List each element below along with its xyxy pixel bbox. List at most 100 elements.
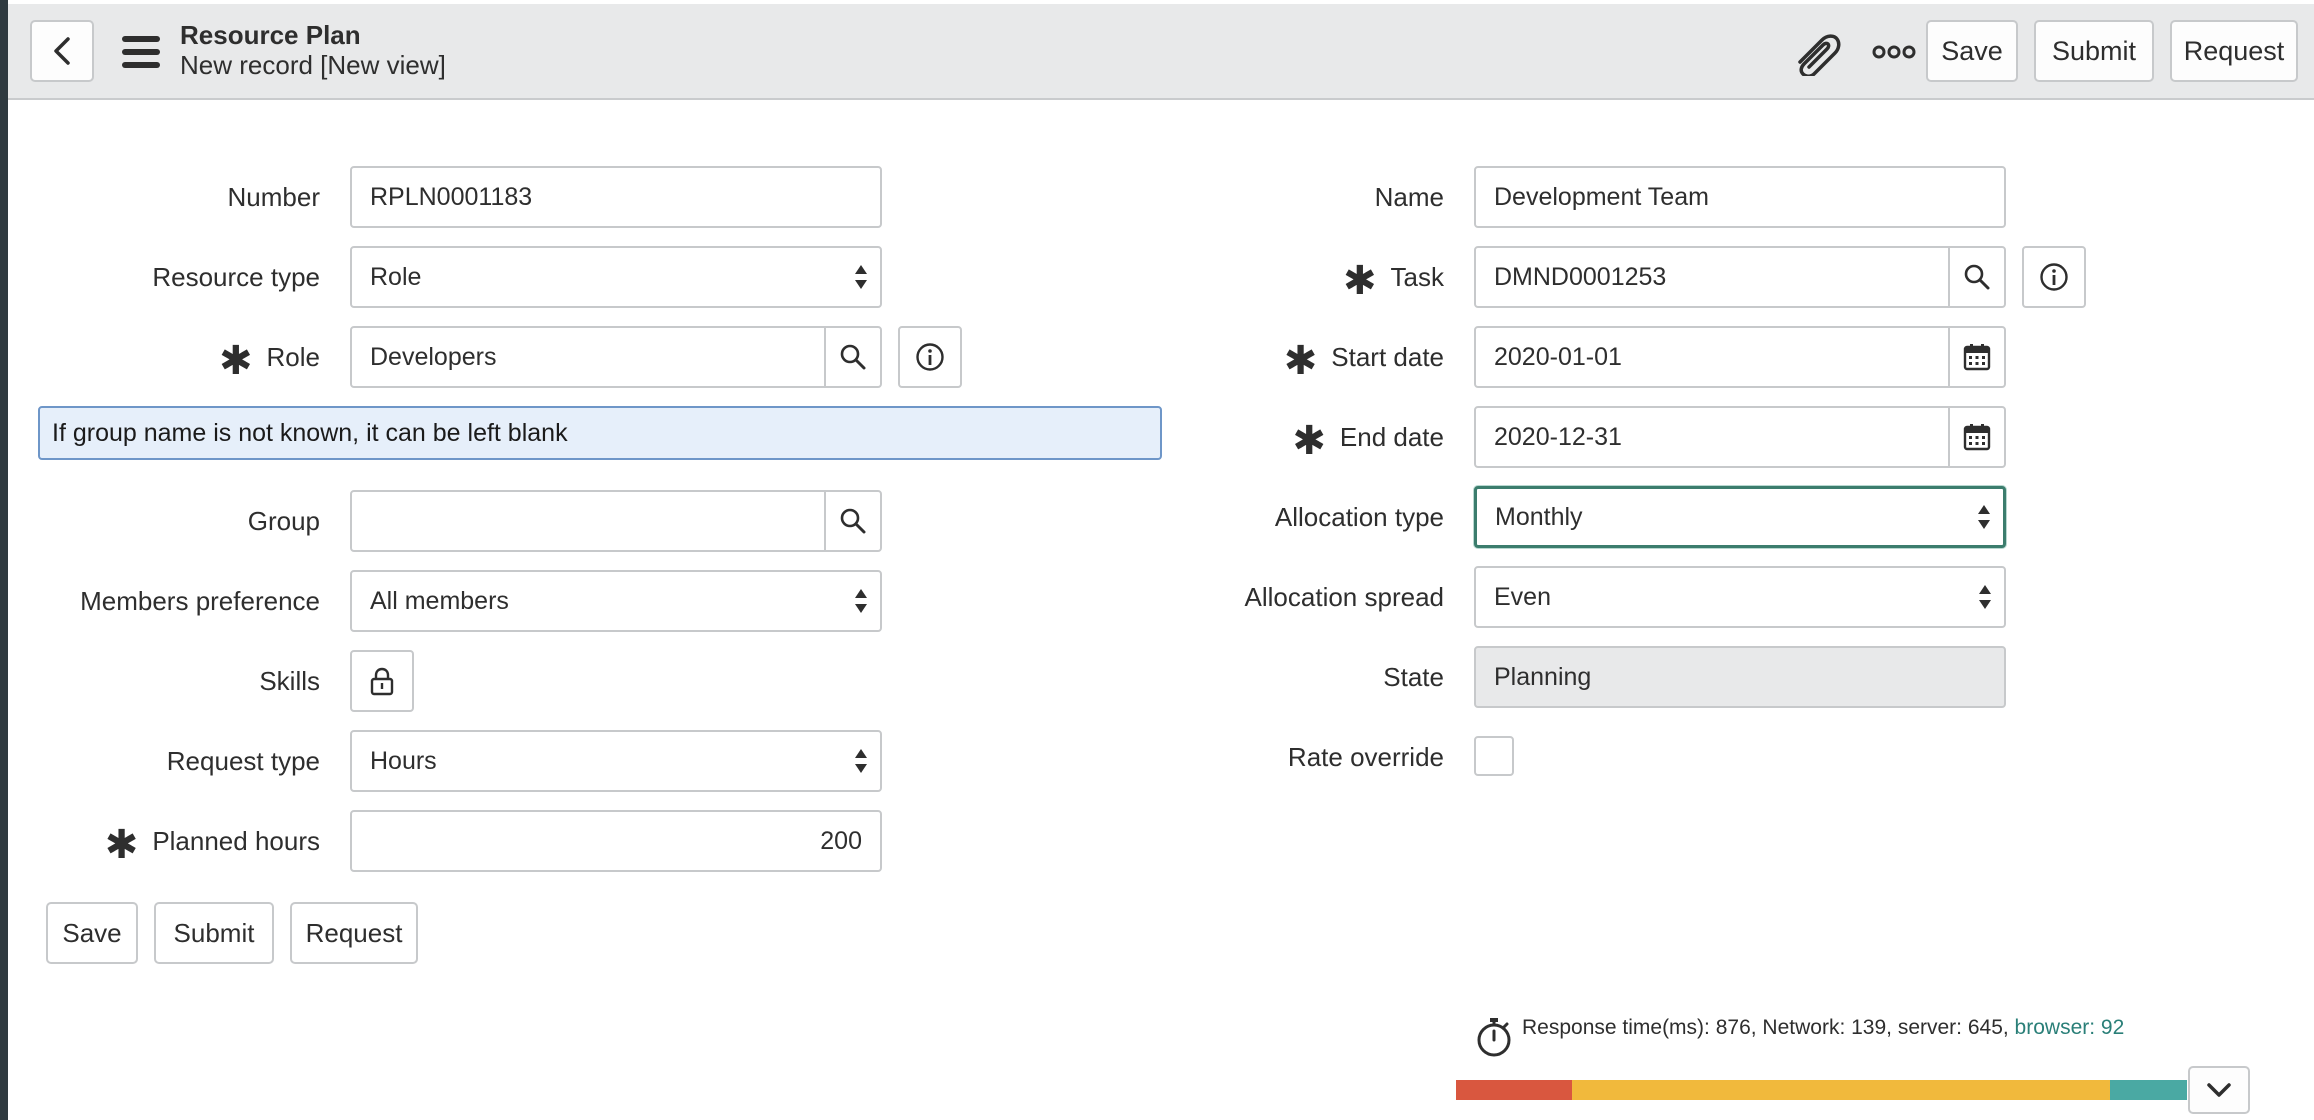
task-info-button[interactable] bbox=[2022, 246, 2086, 308]
members-preference-label-text: Members preference bbox=[80, 585, 320, 616]
request-type-label-text: Request type bbox=[166, 745, 320, 776]
header-submit-button[interactable]: Submit bbox=[2034, 20, 2154, 82]
magnifier-icon bbox=[1964, 264, 1990, 290]
group-label: Group bbox=[8, 490, 320, 552]
request-type-value: Hours bbox=[370, 746, 437, 775]
header-request-button[interactable]: Request bbox=[2170, 20, 2298, 82]
back-button[interactable] bbox=[30, 20, 94, 82]
state-field: Planning bbox=[1474, 646, 2006, 708]
start-date-calendar-button[interactable] bbox=[1948, 326, 2006, 388]
group-lookup-button[interactable] bbox=[824, 490, 882, 552]
group-hint-message: If group name is not known, it can be le… bbox=[38, 406, 1162, 460]
select-arrows-icon bbox=[855, 749, 867, 773]
network-time-bar bbox=[1456, 1080, 1572, 1100]
role-input[interactable]: Developers bbox=[350, 326, 826, 388]
allocation-spread-label: Allocation spread bbox=[1108, 566, 1444, 628]
header-save-button[interactable]: Save bbox=[1926, 20, 2018, 82]
end-date-label: ✱ End date bbox=[1108, 406, 1444, 468]
members-preference-value: All members bbox=[370, 586, 509, 615]
rate-override-label: Rate override bbox=[1108, 726, 1444, 788]
select-arrows-icon bbox=[855, 265, 867, 289]
task-lookup-button[interactable] bbox=[1948, 246, 2006, 308]
info-icon bbox=[2040, 263, 2068, 291]
page-subtitle: New record [New view] bbox=[180, 50, 446, 80]
submit-button[interactable]: Submit bbox=[154, 902, 274, 964]
skills-label: Skills bbox=[8, 650, 320, 712]
task-label: ✱ Task bbox=[1108, 246, 1444, 308]
name-value: Development Team bbox=[1494, 182, 1709, 211]
group-input[interactable] bbox=[350, 490, 826, 552]
end-date-value: 2020-12-31 bbox=[1494, 422, 1622, 451]
group-label-text: Group bbox=[247, 505, 320, 536]
required-icon: ✱ bbox=[104, 823, 139, 867]
app-window: Resource Plan New record [New view] Save… bbox=[8, 0, 2314, 1120]
request-button[interactable]: Request bbox=[290, 902, 418, 964]
number-label-text: Number bbox=[227, 181, 320, 212]
role-lookup-button[interactable] bbox=[824, 326, 882, 388]
allocation-type-select[interactable]: Monthly bbox=[1474, 486, 2006, 548]
browser-time-bar bbox=[2110, 1080, 2187, 1100]
response-time-main: Response time(ms): 876, Network: 139, se… bbox=[1522, 1016, 2015, 1039]
select-arrows-icon bbox=[1979, 585, 1991, 609]
skills-unlock-button[interactable] bbox=[350, 650, 414, 712]
allocation-type-value: Monthly bbox=[1495, 502, 1583, 531]
role-value: Developers bbox=[370, 342, 497, 371]
more-icon bbox=[1872, 45, 1916, 59]
menu-button[interactable] bbox=[120, 34, 162, 70]
server-time-bar bbox=[1572, 1080, 2110, 1100]
state-label: State bbox=[1108, 646, 1444, 708]
role-label-text: Role bbox=[266, 341, 320, 372]
resource-type-label: Resource type bbox=[8, 246, 320, 308]
response-timer bbox=[1476, 1016, 1512, 1058]
save-button[interactable]: Save bbox=[46, 902, 138, 964]
magnifier-icon bbox=[840, 344, 866, 370]
more-options-button[interactable] bbox=[1872, 42, 1916, 62]
name-label: Name bbox=[1108, 166, 1444, 228]
page-title: Resource Plan bbox=[180, 20, 361, 50]
state-label-text: State bbox=[1383, 661, 1444, 692]
start-date-label-text: Start date bbox=[1331, 341, 1444, 372]
task-input[interactable]: DMND0001253 bbox=[1474, 246, 1950, 308]
paperclip-icon bbox=[1798, 34, 1841, 78]
response-time-browser: browser: 92 bbox=[2014, 1016, 2125, 1039]
start-date-label: ✱ Start date bbox=[1108, 326, 1444, 388]
lock-icon bbox=[370, 667, 394, 696]
resource-type-select[interactable]: Role bbox=[350, 246, 882, 308]
allocation-spread-select[interactable]: Even bbox=[1474, 566, 2006, 628]
role-info-button[interactable] bbox=[898, 326, 962, 388]
end-date-input[interactable]: 2020-12-31 bbox=[1474, 406, 1950, 468]
planned-hours-input[interactable]: 200 bbox=[350, 810, 882, 872]
allocation-spread-value: Even bbox=[1494, 582, 1551, 611]
name-label-text: Name bbox=[1374, 181, 1444, 212]
required-icon: ✱ bbox=[1343, 259, 1377, 303]
stopwatch-icon bbox=[1477, 1018, 1511, 1057]
number-field[interactable]: RPLN0001183 bbox=[350, 166, 882, 228]
planned-hours-label: ✱ Planned hours bbox=[8, 810, 320, 872]
response-time-text: Response time(ms): 876, Network: 139, se… bbox=[1522, 1016, 2124, 1040]
rate-override-label-text: Rate override bbox=[1287, 741, 1444, 772]
attach-button[interactable] bbox=[1792, 30, 1842, 78]
request-type-select[interactable]: Hours bbox=[350, 730, 882, 792]
state-value: Planning bbox=[1494, 662, 1592, 691]
required-icon: ✱ bbox=[1292, 419, 1326, 463]
request-type-label: Request type bbox=[8, 730, 320, 792]
start-date-value: 2020-01-01 bbox=[1494, 342, 1622, 371]
number-value: RPLN0001183 bbox=[370, 182, 533, 211]
rate-override-checkbox[interactable] bbox=[1474, 736, 1514, 776]
role-label: ✱ Role bbox=[8, 326, 320, 388]
form-header: Resource Plan New record [New view] Save… bbox=[8, 4, 2314, 100]
end-date-calendar-button[interactable] bbox=[1948, 406, 2006, 468]
members-preference-select[interactable]: All members bbox=[350, 570, 882, 632]
planned-hours-value: 200 bbox=[820, 826, 862, 855]
chevron-left-icon bbox=[54, 37, 70, 65]
calendar-icon bbox=[1963, 424, 1991, 451]
task-value: DMND0001253 bbox=[1494, 262, 1667, 291]
calendar-icon bbox=[1963, 344, 1991, 371]
allocation-spread-label-text: Allocation spread bbox=[1244, 581, 1444, 612]
required-icon: ✱ bbox=[1283, 339, 1318, 383]
expand-timing-button[interactable] bbox=[2188, 1066, 2250, 1114]
start-date-input[interactable]: 2020-01-01 bbox=[1474, 326, 1950, 388]
resource-type-label-text: Resource type bbox=[152, 261, 320, 292]
name-input[interactable]: Development Team bbox=[1474, 166, 2006, 228]
skills-label-text: Skills bbox=[259, 665, 320, 696]
